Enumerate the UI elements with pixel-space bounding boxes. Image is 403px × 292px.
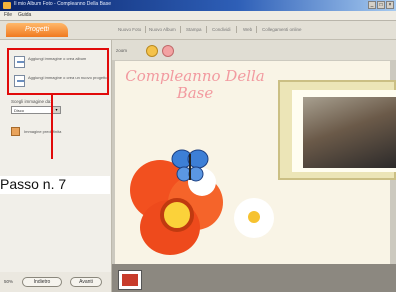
projects-tab[interactable]: Progetti xyxy=(6,23,68,37)
page-title: Compleanno Della Base xyxy=(125,67,265,102)
source-select[interactable]: Disco ▾ xyxy=(11,106,61,114)
butterfly-icon xyxy=(171,149,209,182)
back-button[interactable]: Indietro xyxy=(22,277,62,287)
nav-divider xyxy=(180,26,181,33)
canvas-toolbar: zoom xyxy=(112,40,396,60)
minimize-button[interactable]: _ xyxy=(368,1,376,9)
maximize-button[interactable]: □ xyxy=(377,1,385,9)
default-image-label: Immagine predefinita xyxy=(24,129,62,134)
app-icon xyxy=(3,2,11,9)
menu-bar: File Guida xyxy=(0,11,396,21)
nav-nuovo-album[interactable]: Nuovo Album xyxy=(149,27,176,32)
source-select-value: Disco xyxy=(14,108,25,113)
app-window: Il mio Album Foto - Compleanno Della Bas… xyxy=(0,0,396,292)
title-bar: Il mio Album Foto - Compleanno Della Bas… xyxy=(0,0,396,11)
step-add-image[interactable]: Aggiungi immagine o crea album xyxy=(14,54,106,72)
step-add-project[interactable]: Aggiungi immagine o crea un nuovo proget… xyxy=(14,73,108,91)
default-image-item[interactable]: Immagine predefinita xyxy=(11,126,101,138)
projects-tab-label: Progetti xyxy=(24,26,50,33)
nav-nuovo-foto[interactable]: Nuovo Foto xyxy=(118,27,141,32)
flower-center xyxy=(160,198,194,232)
family-photo[interactable] xyxy=(303,97,396,168)
check-image-icon xyxy=(14,75,25,87)
sidebar-footer: 50% Indietro Avanti xyxy=(0,272,111,292)
menu-guida[interactable]: Guida xyxy=(18,12,31,18)
nav-web[interactable]: Web xyxy=(243,27,252,32)
window-controls: _ □ × xyxy=(368,1,394,9)
nav-divider xyxy=(236,26,237,33)
page-margin xyxy=(396,0,403,292)
nav-bar: Progetti Nuovo Foto Nuovo Album Stampa C… xyxy=(0,21,396,40)
nav-condividi[interactable]: Condividi xyxy=(212,27,231,32)
nav-stampa[interactable]: Stampa xyxy=(186,27,202,32)
daisy-center xyxy=(248,211,260,223)
step-label: Aggiungi immagine o crea album xyxy=(28,56,87,61)
nav-divider xyxy=(145,26,146,33)
steps-highlight-box: Aggiungi immagine o crea album Aggiungi … xyxy=(7,48,109,95)
page-strip xyxy=(112,264,396,292)
folder-icon xyxy=(11,127,20,136)
image-icon xyxy=(14,56,25,68)
nav-collegamenti[interactable]: Collegamenti online xyxy=(262,27,302,32)
zoom-label: 50% xyxy=(4,279,14,284)
page-thumbnail-preview xyxy=(122,274,138,286)
step-label: Aggiungi immagine o crea un nuovo proget… xyxy=(28,75,108,80)
zoom-in-icon[interactable] xyxy=(146,45,158,57)
page-thumbnail[interactable] xyxy=(118,270,142,290)
close-button[interactable]: × xyxy=(386,1,394,9)
toolbar-label: zoom xyxy=(116,48,128,53)
next-button[interactable]: Avanti xyxy=(70,277,102,287)
callout-label: Passo n. 7 xyxy=(0,176,67,192)
chevron-down-icon: ▾ xyxy=(53,107,60,113)
callout-line xyxy=(51,95,53,159)
nav-divider xyxy=(256,26,257,33)
zoom-out-icon[interactable] xyxy=(162,45,174,57)
nav-divider xyxy=(206,26,207,33)
window-title: Il mio Album Foto - Compleanno Della Bas… xyxy=(14,1,111,7)
section-label: Scegli immagine da: xyxy=(11,99,52,104)
menu-file[interactable]: File xyxy=(4,12,12,18)
